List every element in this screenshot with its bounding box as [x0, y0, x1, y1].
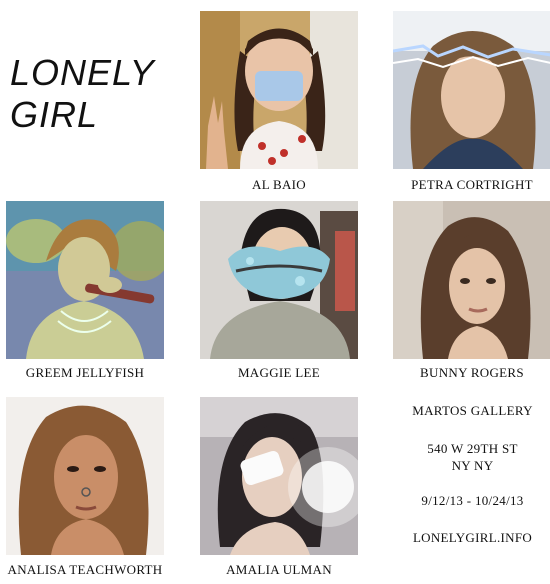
- exhibition-dates: 9/12/13 - 10/24/13: [421, 493, 524, 508]
- portrait-nose-ring-icon: [6, 397, 164, 555]
- gallery-name: MARTOS GALLERY: [412, 403, 533, 418]
- portrait-blue-lips-icon: [200, 201, 358, 359]
- portrait-face-mask-peace-sign-icon: [200, 11, 358, 169]
- title-line-1: LONELY: [10, 52, 155, 93]
- portrait-icon: [393, 201, 550, 359]
- artist-name-analisa-teachworth: ANALISA TEACHWORTH: [7, 562, 163, 577]
- artist-photo-greem-jellyfish: [6, 201, 164, 359]
- artist-name-bunny-rogers: BUNNY ROGERS: [420, 365, 524, 380]
- artist-photo-maggie-lee: [200, 201, 358, 359]
- artist-name-petra-cortright: PETRA CORTRIGHT: [411, 177, 533, 192]
- poster-title: LONELY GIRL: [10, 52, 180, 136]
- artist-name-maggie-lee: MAGGIE LEE: [237, 365, 321, 380]
- artist-photo-al-baio: [200, 11, 358, 169]
- address-line-2: NY NY: [451, 458, 494, 473]
- portrait-lightning-icon: [393, 11, 550, 169]
- address-line-1: 540 W 29TH ST: [427, 441, 518, 456]
- artist-photo-analisa-teachworth: [6, 397, 164, 555]
- artist-name-al-baio: AL BAIO: [252, 177, 306, 192]
- artist-photo-petra-cortright: [393, 11, 550, 169]
- artist-name-amalia-ulman: AMALIA ULMAN: [226, 562, 332, 577]
- artist-photo-amalia-ulman: [200, 397, 358, 555]
- website-link[interactable]: LONELYGIRL.INFO: [395, 529, 550, 546]
- portrait-eye-bandage-selfie-icon: [200, 397, 358, 555]
- artist-photo-bunny-rogers: [393, 201, 550, 359]
- title-line-2: GIRL: [10, 94, 99, 135]
- artist-name-greem-jellyfish: GREEM JELLYFISH: [25, 365, 145, 380]
- portrait-microphone-glitch-icon: [6, 201, 164, 359]
